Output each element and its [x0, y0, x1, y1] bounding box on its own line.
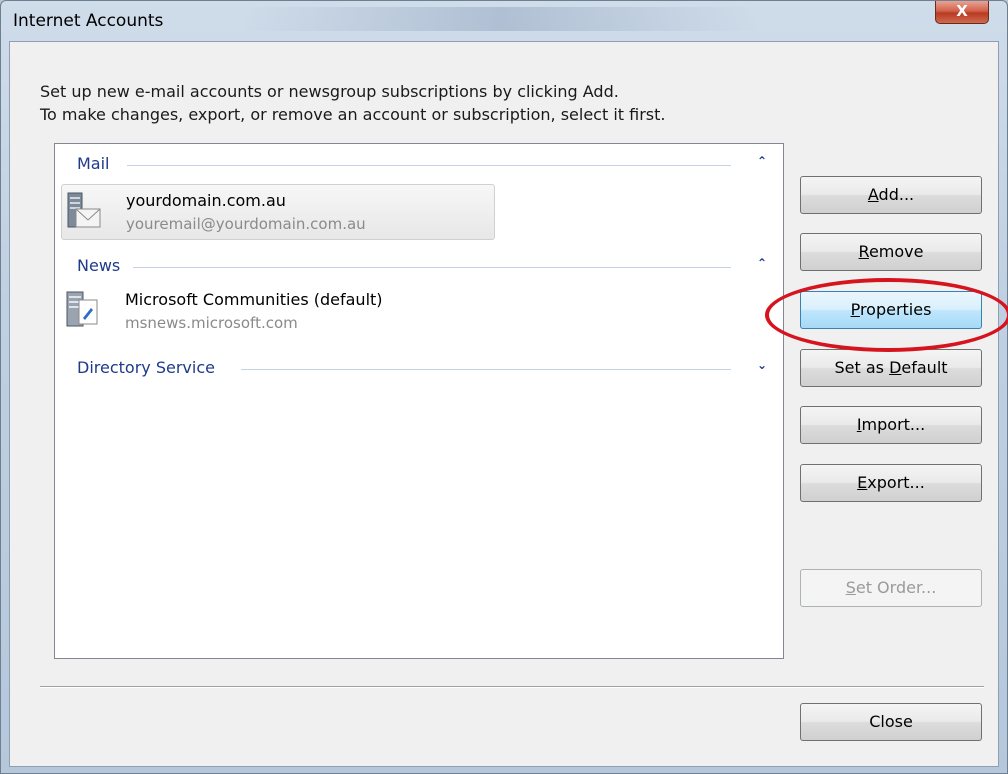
accounts-list[interactable]: Mail ⌃ yourdomain.com.au youremail@yourd…	[54, 143, 784, 659]
background-blur	[241, 7, 761, 31]
export-button[interactable]: Export...	[800, 464, 982, 502]
set-as-default-button[interactable]: Set as Default	[800, 349, 982, 387]
dialog-window: Internet Accounts X Set up new e-mail ac…	[0, 0, 1008, 774]
group-header-news[interactable]: News ⌃	[77, 256, 767, 276]
button-label: dd...	[878, 185, 915, 204]
button-label: emove	[868, 242, 924, 261]
button-label: xport...	[867, 473, 925, 492]
dialog-client-area: Set up new e-mail accounts or newsgroup …	[9, 41, 1008, 767]
add-button[interactable]: Add...	[800, 176, 982, 214]
button-label: et Order...	[855, 578, 937, 597]
mail-account-icon	[67, 192, 101, 228]
button-label: mport...	[861, 415, 926, 434]
group-label-mail: Mail	[77, 154, 116, 173]
account-address: youremail@yourdomain.com.au	[126, 215, 366, 233]
chevron-down-icon[interactable]: ⌄	[757, 358, 767, 372]
button-accelerator: A	[867, 185, 879, 204]
chevron-up-icon[interactable]: ⌃	[757, 256, 767, 270]
close-icon: X	[956, 2, 968, 20]
button-label: efault	[901, 358, 948, 377]
button-accelerator: S	[845, 578, 856, 597]
button-label: Set as	[834, 358, 890, 377]
remove-button[interactable]: Remove	[800, 233, 982, 271]
group-header-mail[interactable]: Mail ⌃	[77, 154, 767, 174]
group-divider	[133, 267, 731, 268]
highlight-annotation	[765, 278, 1008, 352]
button-accelerator: D	[889, 358, 902, 377]
group-label-directory-service: Directory Service	[77, 358, 221, 377]
close-window-button[interactable]: X	[935, 1, 989, 24]
account-address: msnews.microsoft.com	[125, 314, 298, 332]
chevron-up-icon[interactable]: ⌃	[757, 154, 767, 168]
group-header-directory-service[interactable]: Directory Service ⌄	[77, 358, 767, 378]
news-server-icon	[66, 291, 98, 327]
account-item-news[interactable]: Microsoft Communities (default) msnews.m…	[61, 284, 495, 340]
separator	[40, 686, 984, 688]
account-name: yourdomain.com.au	[126, 191, 286, 210]
group-divider	[241, 369, 731, 370]
title-bar[interactable]: Internet Accounts X	[1, 1, 1007, 41]
set-order-button[interactable]: Set Order...	[800, 569, 982, 607]
close-button[interactable]: Close	[800, 703, 982, 741]
account-item-mail[interactable]: yourdomain.com.au youremail@yourdomain.c…	[61, 184, 495, 240]
import-button[interactable]: Import...	[800, 406, 982, 444]
instruction-line-2: To make changes, export, or remove an ac…	[40, 105, 666, 124]
group-label-news: News	[77, 256, 127, 275]
account-name: Microsoft Communities (default)	[125, 290, 383, 309]
button-accelerator: E	[857, 473, 868, 492]
group-divider	[127, 165, 731, 166]
instruction-line-1: Set up new e-mail accounts or newsgroup …	[40, 82, 619, 101]
button-accelerator: R	[858, 242, 869, 261]
window-title: Internet Accounts	[13, 11, 164, 31]
